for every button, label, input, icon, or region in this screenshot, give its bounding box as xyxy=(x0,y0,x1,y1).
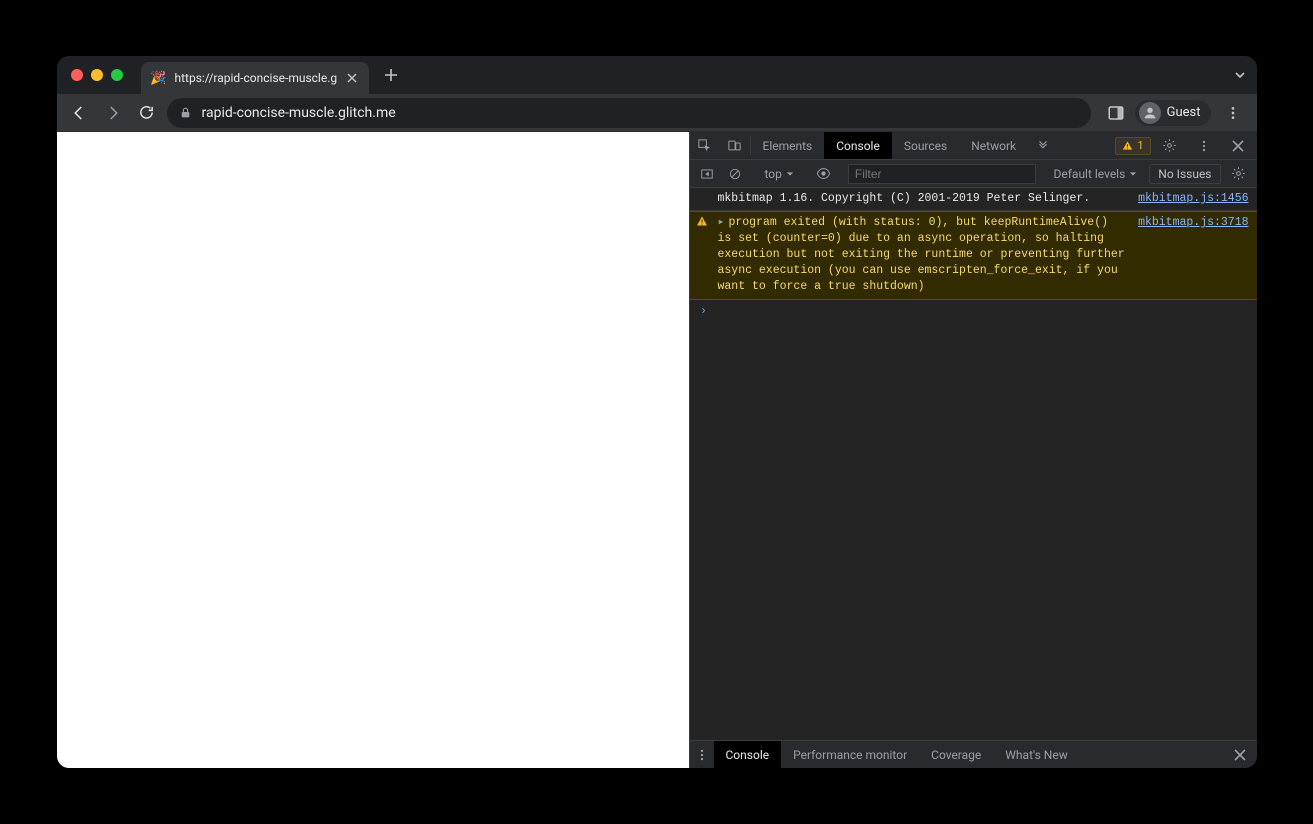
device-toolbar-icon[interactable] xyxy=(720,132,750,159)
warning-icon xyxy=(696,215,708,298)
clear-console-icon[interactable] xyxy=(724,167,746,181)
log-levels-selector[interactable]: Default levels xyxy=(1048,164,1144,184)
console-toolbar: top Default levels No Issues xyxy=(690,160,1257,188)
console-filter-input[interactable] xyxy=(848,164,1036,184)
drawer-tab-console[interactable]: Console xyxy=(714,741,782,768)
live-expression-icon[interactable] xyxy=(813,166,835,181)
drawer-tab-coverage[interactable]: Coverage xyxy=(919,741,993,768)
more-tabs-icon[interactable] xyxy=(1028,132,1058,159)
tab-favicon-icon: 🎉 xyxy=(151,70,167,86)
tab-title: https://rapid-concise-muscle.g xyxy=(175,71,338,85)
issues-badge[interactable]: No Issues xyxy=(1149,164,1220,184)
inspect-element-icon[interactable] xyxy=(690,132,720,159)
devtools-drawer: Console Performance monitor Coverage Wha… xyxy=(690,740,1257,768)
reload-button[interactable] xyxy=(133,99,161,127)
drawer-menu-icon[interactable] xyxy=(690,741,714,768)
content-area: Elements Console Sources Network 1 xyxy=(57,132,1257,768)
devtools-panel: Elements Console Sources Network 1 xyxy=(689,132,1257,768)
console-message-text: mkbitmap 1.16. Copyright (C) 2001-2019 P… xyxy=(714,188,1131,210)
console-message-source-link[interactable]: mkbitmap.js:3718 xyxy=(1130,212,1256,298)
side-panel-icon[interactable] xyxy=(1107,104,1125,122)
console-message-text: ▸program exited (with status: 0), but ke… xyxy=(714,212,1131,298)
profile-label: Guest xyxy=(1167,105,1201,120)
profile-chip[interactable]: Guest xyxy=(1135,100,1211,126)
browser-tab[interactable]: 🎉 https://rapid-concise-muscle.g xyxy=(141,62,370,94)
console-message-source-link[interactable]: mkbitmap.js:1456 xyxy=(1130,188,1256,210)
devtools-settings-icon[interactable] xyxy=(1155,138,1185,153)
tab-sources[interactable]: Sources xyxy=(892,132,959,159)
page-viewport[interactable] xyxy=(57,132,689,768)
minimize-window-button[interactable] xyxy=(91,69,103,81)
toggle-sidebar-icon[interactable] xyxy=(696,167,718,181)
window-controls xyxy=(71,69,123,81)
devtools-tabbar: Elements Console Sources Network 1 xyxy=(690,132,1257,160)
log-levels-label: Default levels xyxy=(1054,167,1126,181)
console-message: ▸program exited (with status: 0), but ke… xyxy=(690,211,1257,299)
address-bar[interactable]: rapid-concise-muscle.glitch.me xyxy=(167,98,1091,128)
drawer-close-icon[interactable] xyxy=(1229,749,1251,761)
console-message: mkbitmap 1.16. Copyright (C) 2001-2019 P… xyxy=(690,188,1257,211)
tab-network[interactable]: Network xyxy=(959,132,1028,159)
tabs-menu-button[interactable] xyxy=(1233,56,1247,94)
tab-elements[interactable]: Elements xyxy=(751,132,825,159)
issues-label: No Issues xyxy=(1158,167,1211,181)
close-tab-button[interactable] xyxy=(345,71,359,85)
new-tab-button[interactable] xyxy=(377,61,405,89)
url-text: rapid-concise-muscle.glitch.me xyxy=(202,105,1079,121)
prompt-chevron-icon: › xyxy=(696,304,712,320)
context-label: top xyxy=(765,167,782,181)
drawer-tab-performance-monitor[interactable]: Performance monitor xyxy=(781,741,919,768)
browser-window: 🎉 https://rapid-concise-muscle.g rap xyxy=(57,56,1257,768)
lock-icon xyxy=(179,106,192,119)
close-window-button[interactable] xyxy=(71,69,83,81)
toolbar: rapid-concise-muscle.glitch.me Guest xyxy=(57,94,1257,132)
fullscreen-window-button[interactable] xyxy=(111,69,123,81)
chrome-menu-button[interactable] xyxy=(1221,105,1245,121)
devtools-close-icon[interactable] xyxy=(1223,140,1253,152)
drawer-tab-whats-new[interactable]: What's New xyxy=(993,741,1079,768)
forward-button[interactable] xyxy=(99,99,127,127)
warnings-badge[interactable]: 1 xyxy=(1115,137,1150,155)
execution-context-selector[interactable]: top xyxy=(759,164,800,184)
expand-caret-icon[interactable]: ▸ xyxy=(718,216,725,229)
console-prompt[interactable]: › xyxy=(690,300,1257,324)
warnings-count: 1 xyxy=(1137,139,1143,152)
tab-console[interactable]: Console xyxy=(824,132,892,159)
console-settings-icon[interactable] xyxy=(1227,166,1251,181)
console-output[interactable]: mkbitmap 1.16. Copyright (C) 2001-2019 P… xyxy=(690,188,1257,740)
avatar-icon xyxy=(1139,102,1161,124)
devtools-menu-icon[interactable] xyxy=(1189,139,1219,153)
back-button[interactable] xyxy=(65,99,93,127)
tab-bar: 🎉 https://rapid-concise-muscle.g xyxy=(57,56,1257,94)
